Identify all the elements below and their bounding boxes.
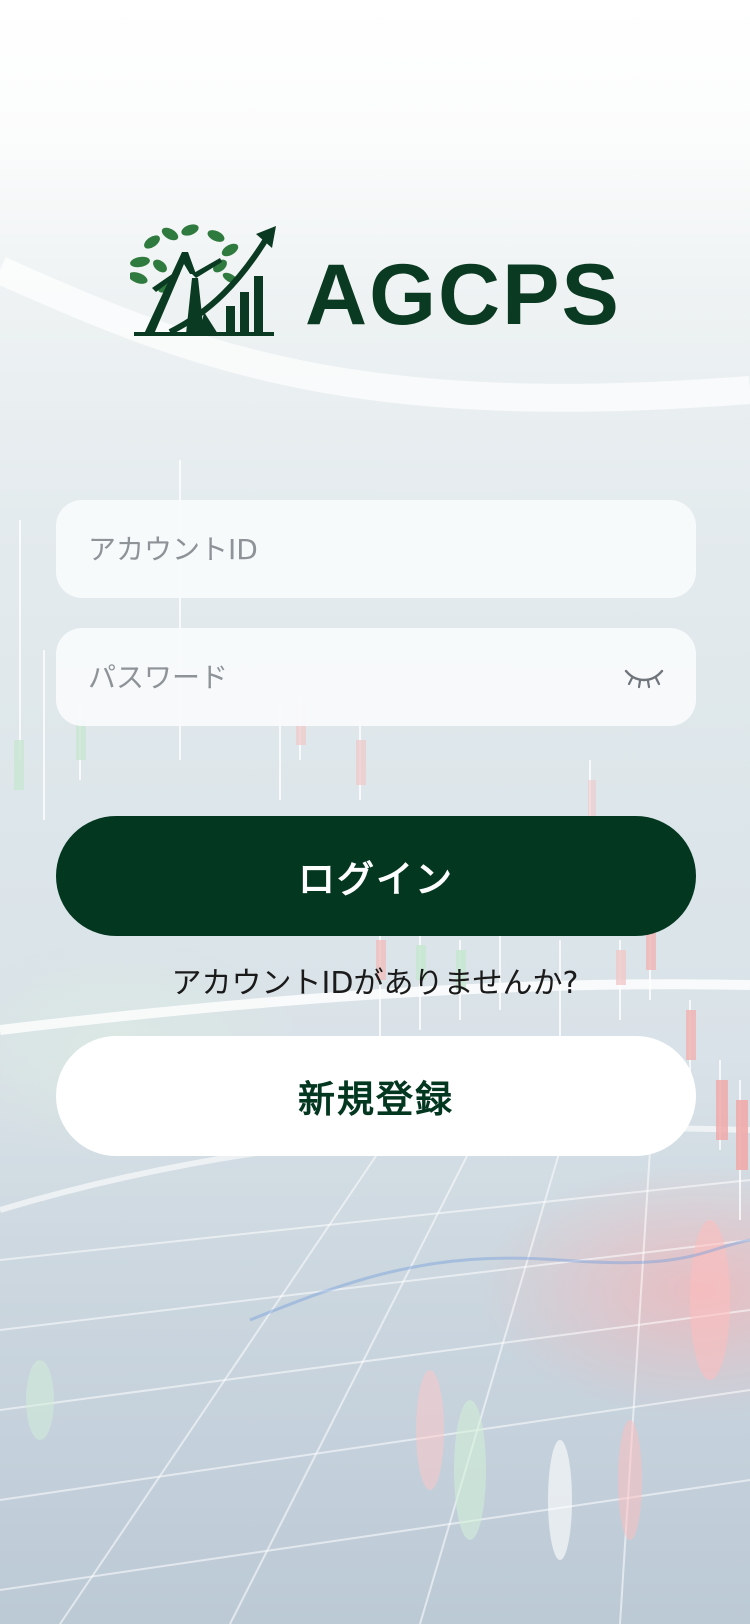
tree-growth-arrow-icon bbox=[130, 224, 276, 336]
account-id-input[interactable] bbox=[86, 531, 666, 567]
brand-name: AGCPS bbox=[305, 247, 621, 343]
login-button[interactable]: ログイン bbox=[56, 816, 696, 936]
account-id-field[interactable] bbox=[56, 500, 696, 598]
no-account-prompt: アカウントIDがありませんか? bbox=[171, 966, 579, 1001]
eye-closed-icon[interactable] bbox=[622, 663, 666, 691]
brand-logo: AGCPS bbox=[130, 222, 630, 348]
register-button[interactable]: 新規登録 bbox=[56, 1036, 696, 1156]
password-field[interactable] bbox=[56, 628, 696, 726]
password-input[interactable] bbox=[86, 659, 612, 695]
